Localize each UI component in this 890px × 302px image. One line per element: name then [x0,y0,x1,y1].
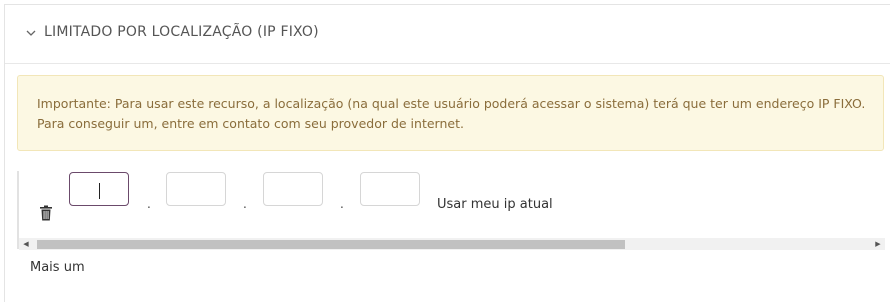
section-title: LIMITADO POR LOCALIZAÇÃO (IP FIXO) [44,24,319,40]
ip-separator: . [147,197,151,211]
ip-separator: . [243,197,247,211]
scroll-left-arrow-icon[interactable]: ◀ [19,238,33,250]
use-current-ip-link[interactable]: Usar meu ip atual [437,197,553,212]
notice-line-2: Para conseguir um, entre em contato com … [37,116,464,131]
notice-line-1: Importante: Para usar este recurso, a lo… [37,96,866,111]
horizontal-scrollbar[interactable]: ◀ ▶ [19,238,885,250]
scrollbar-thumb[interactable] [37,240,625,249]
ip-restriction-panel: LIMITADO POR LOCALIZAÇÃO (IP FIXO) Impor… [4,4,890,302]
ip-separator: . [340,197,344,211]
ip-octet-3-input[interactable] [263,172,323,206]
section-header[interactable]: LIMITADO POR LOCALIZAÇÃO (IP FIXO) [5,5,890,64]
warning-notice: Importante: Para usar este recurso, a lo… [17,75,884,151]
trash-icon[interactable] [39,205,53,221]
ip-entry-row: . . . Usar meu ip atual ◀ ▶ [17,171,885,250]
ip-octet-2-input[interactable] [166,172,226,206]
ip-octet-4-input[interactable] [360,172,420,206]
add-more-link[interactable]: Mais um [30,260,85,275]
text-cursor [99,183,100,199]
scroll-right-arrow-icon[interactable]: ▶ [871,238,885,250]
chevron-down-icon[interactable] [26,28,36,38]
